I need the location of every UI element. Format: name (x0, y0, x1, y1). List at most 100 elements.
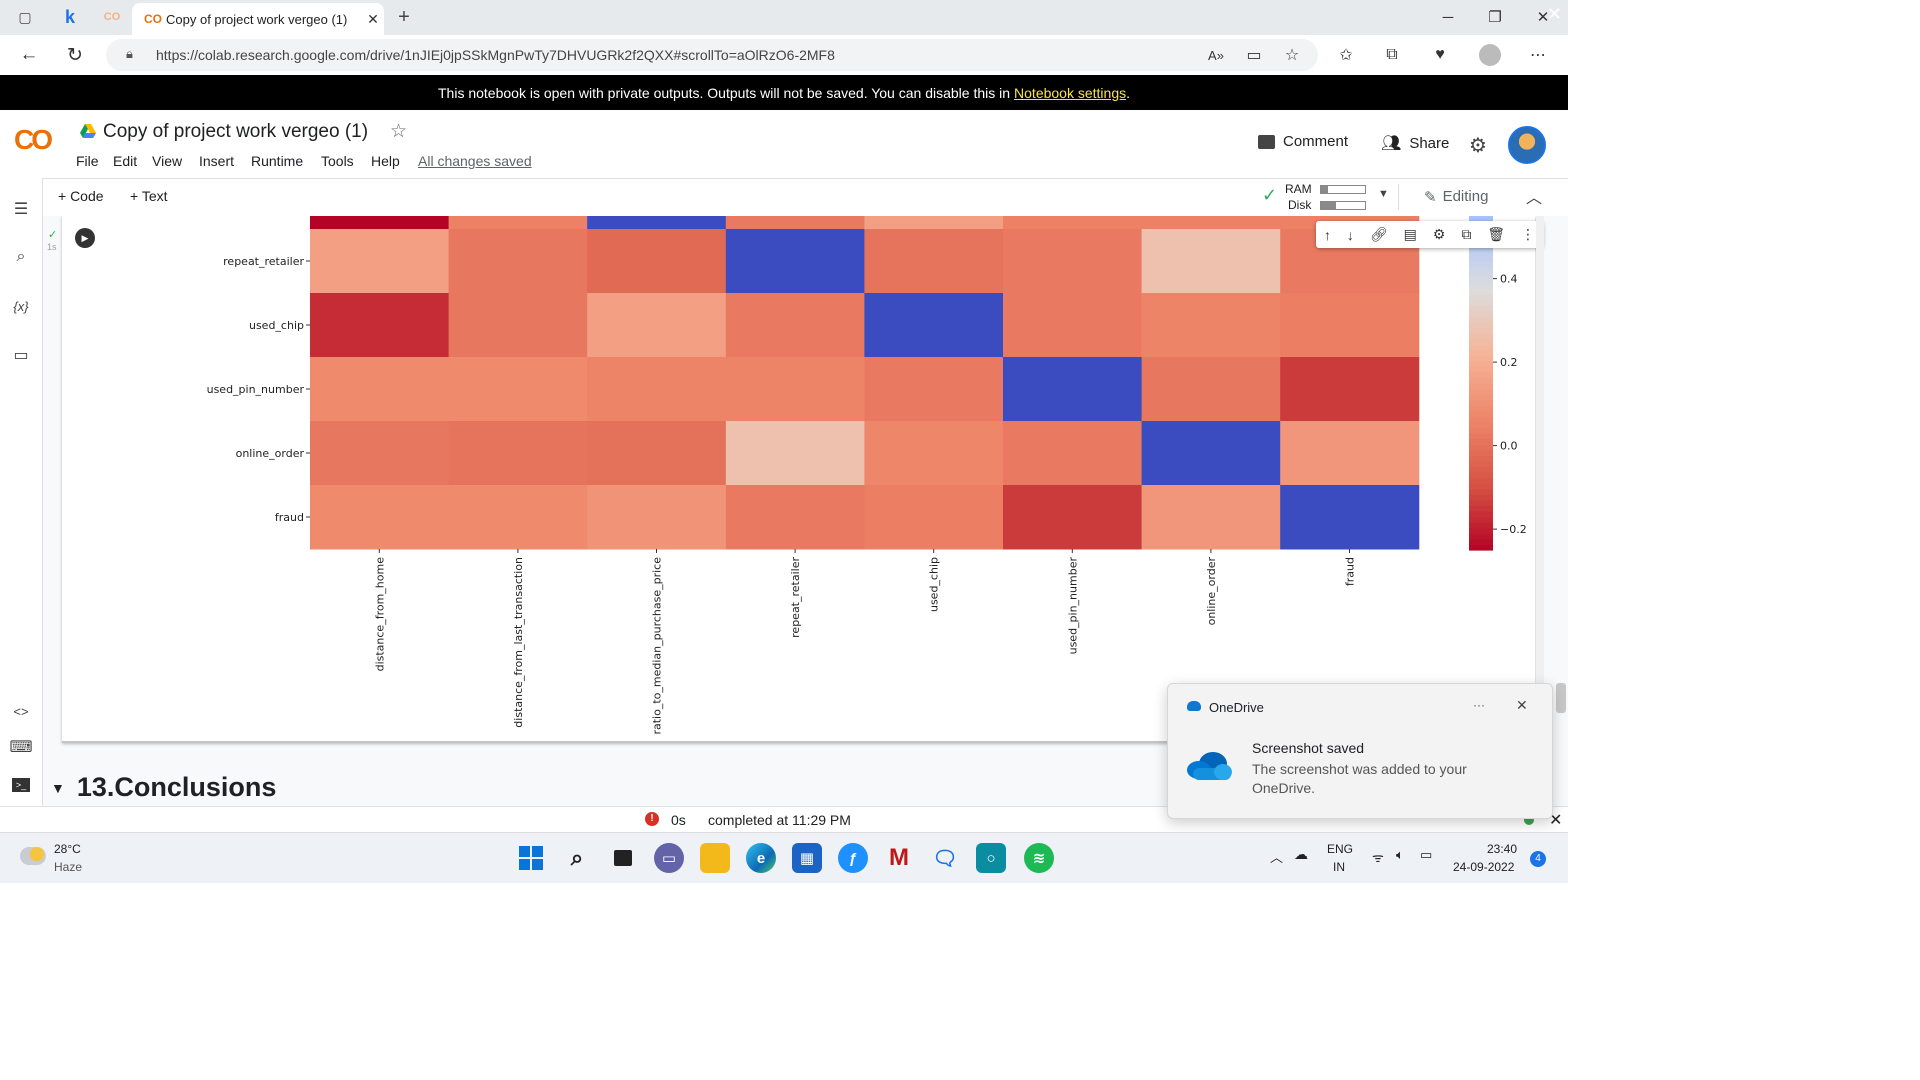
restore-icon[interactable]: ❐ (1472, 6, 1518, 28)
menu-runtime[interactable]: Runtime (251, 153, 303, 169)
notification-count-badge[interactable]: 4 (1530, 851, 1546, 867)
table-of-contents-icon[interactable]: ☰ (9, 198, 33, 220)
heatmap-cell (1141, 229, 1281, 294)
user-avatar[interactable] (1508, 126, 1546, 164)
notebook-settings-link[interactable]: Notebook settings (1014, 85, 1126, 101)
minimize-icon[interactable]: ─ (1425, 6, 1471, 28)
heatmap-cell (864, 485, 1004, 550)
volume-icon[interactable]: 🔈︎ (1396, 847, 1404, 863)
ram-usage-bar[interactable] (1320, 185, 1366, 194)
read-aloud-icon[interactable]: A» (1202, 43, 1230, 67)
code-cell-output[interactable]: repeat_retailer used_chip used_pin_number o… (62, 216, 1535, 743)
notebook-title[interactable]: Copy of project work vergeo (1) (103, 121, 368, 143)
tab-actions-icon[interactable]: ▢ (13, 6, 37, 28)
browser-menu-icon[interactable]: ⋯ (1524, 43, 1552, 67)
url-field[interactable]: 🔒︎ https://colab.research.google.com/dri… (106, 39, 1318, 71)
close-tab-icon[interactable]: ✕ (362, 11, 384, 28)
menu-file[interactable]: File (76, 153, 99, 169)
add-favorite-icon[interactable]: ☆ (1278, 43, 1306, 67)
edge-browser-icon[interactable]: e (746, 843, 776, 873)
mcafee-icon[interactable]: M (884, 843, 914, 873)
delete-cell-icon[interactable]: 🗑︎ (1487, 226, 1505, 243)
microsoft-store-icon[interactable]: ▦ (792, 843, 822, 873)
link-icon[interactable]: 🔗︎ (1370, 226, 1388, 243)
add-text-button[interactable]: + Text (130, 188, 168, 204)
pinned-tab-k[interactable]: k (58, 6, 82, 28)
notification-title: Screenshot saved (1252, 740, 1365, 756)
back-icon[interactable]: ← (14, 41, 44, 69)
banner-close-icon[interactable]: ✕ (1547, 4, 1562, 25)
show-hidden-icons[interactable]: ︿ (1270, 847, 1283, 866)
colorbar-segment (1469, 427, 1493, 434)
start-menu-icon[interactable] (516, 843, 546, 873)
colorbar-segment (1469, 327, 1493, 334)
notification-close-icon[interactable]: ✕ (1516, 697, 1528, 714)
menu-insert[interactable]: Insert (199, 153, 234, 169)
run-cell-button[interactable]: ▶ (75, 228, 95, 248)
ram-usage-fill (1321, 186, 1328, 193)
browser-essentials-icon[interactable]: ♥ (1426, 43, 1454, 67)
battery-icon[interactable]: ▭ (1420, 847, 1432, 863)
drive-icon[interactable] (80, 124, 96, 138)
file-explorer-icon[interactable] (700, 843, 730, 873)
refresh-icon[interactable]: ↻ (60, 41, 90, 69)
language-indicator[interactable]: ENG (1327, 842, 1353, 856)
more-actions-icon[interactable]: ⋮ (1521, 226, 1535, 243)
star-icon[interactable]: ☆ (390, 120, 407, 143)
mirror-cell-icon[interactable]: ⧉ (1461, 226, 1471, 243)
spotify-icon[interactable]: ≋ (1024, 843, 1054, 873)
runtime-dropdown-icon[interactable]: ▼ (1378, 188, 1389, 200)
files-folder-icon[interactable]: ▭ (9, 344, 33, 366)
colab-logo[interactable]: CO (14, 124, 53, 156)
comment-cell-icon[interactable]: ▤ (1404, 226, 1417, 243)
onedrive-tray-icon[interactable]: ☁ (1294, 846, 1308, 863)
move-up-icon[interactable]: ↑ (1324, 227, 1331, 243)
editing-mode-button[interactable]: ✎ Editing (1424, 188, 1488, 206)
save-status[interactable]: All changes saved (418, 153, 532, 169)
error-status-icon[interactable]: ! (645, 812, 659, 826)
terminal-icon[interactable]: >_ (9, 774, 33, 796)
menu-edit[interactable]: Edit (113, 153, 137, 169)
collections-icon[interactable]: ⧉ (1378, 43, 1406, 67)
share-button[interactable]: 👥︎ Share (1381, 133, 1449, 153)
wifi-icon[interactable]: ᯤ (1372, 848, 1384, 866)
disk-usage-bar[interactable] (1320, 201, 1366, 210)
teams-chat-icon[interactable]: ▭ (654, 843, 684, 873)
reader-view-icon[interactable]: ▭ (1240, 43, 1268, 67)
heatmap-cell (1003, 485, 1143, 550)
menu-help[interactable]: Help (371, 153, 400, 169)
taskbar-search-icon[interactable]: ⌕ (562, 843, 592, 873)
weather-haze-icon[interactable] (20, 847, 46, 865)
settings-gear-icon[interactable]: ⚙ (1469, 133, 1487, 158)
colorbar-segment (1469, 421, 1493, 429)
variables-icon[interactable]: {x} (9, 295, 33, 317)
menu-tools[interactable]: Tools (321, 153, 354, 169)
new-tab-button[interactable]: + (392, 6, 416, 28)
cell-settings-icon[interactable]: ⚙ (1433, 226, 1446, 243)
code-snippets-icon[interactable]: <> (9, 700, 33, 722)
menu-view[interactable]: View (152, 153, 182, 169)
clock-time[interactable]: 23:40 (1487, 842, 1517, 856)
profile-icon[interactable] (1476, 43, 1504, 67)
favorites-icon[interactable]: ✩ (1332, 43, 1360, 67)
weather-temperature[interactable]: 28°C (54, 842, 81, 856)
chat-app-icon[interactable]: 🗨︎ (930, 843, 960, 873)
notification-more-icon[interactable]: ··· (1473, 698, 1485, 712)
collapse-section-icon[interactable]: ▼ (51, 780, 65, 796)
add-code-button[interactable]: + Code (58, 188, 104, 204)
python-app-icon[interactable]: ƒ (838, 843, 868, 873)
search-icon[interactable]: ⌕ (9, 246, 33, 268)
task-view-icon[interactable] (608, 843, 638, 873)
screen-app-icon[interactable]: ○ (976, 843, 1006, 873)
command-palette-icon[interactable]: ⌨ (9, 736, 33, 758)
page-scrollbar-thumb[interactable] (1556, 683, 1566, 713)
section-heading[interactable]: ▼ 13.Conclusions (51, 772, 276, 803)
onedrive-notification[interactable]: OneDrive ··· ✕ Screenshot saved The scre… (1167, 683, 1553, 819)
active-tab[interactable]: CO Copy of project work vergeo (1) ✕ (132, 3, 384, 35)
x-tick-label: fraud (1344, 557, 1357, 586)
pinned-tab-colab[interactable]: CO (100, 6, 124, 28)
completion-status[interactable]: completed at 11:29 PM (708, 812, 851, 828)
move-down-icon[interactable]: ↓ (1347, 227, 1354, 243)
comment-button[interactable]: Comment (1258, 133, 1348, 150)
collapse-header-icon[interactable]: ︿ (1526, 184, 1542, 208)
